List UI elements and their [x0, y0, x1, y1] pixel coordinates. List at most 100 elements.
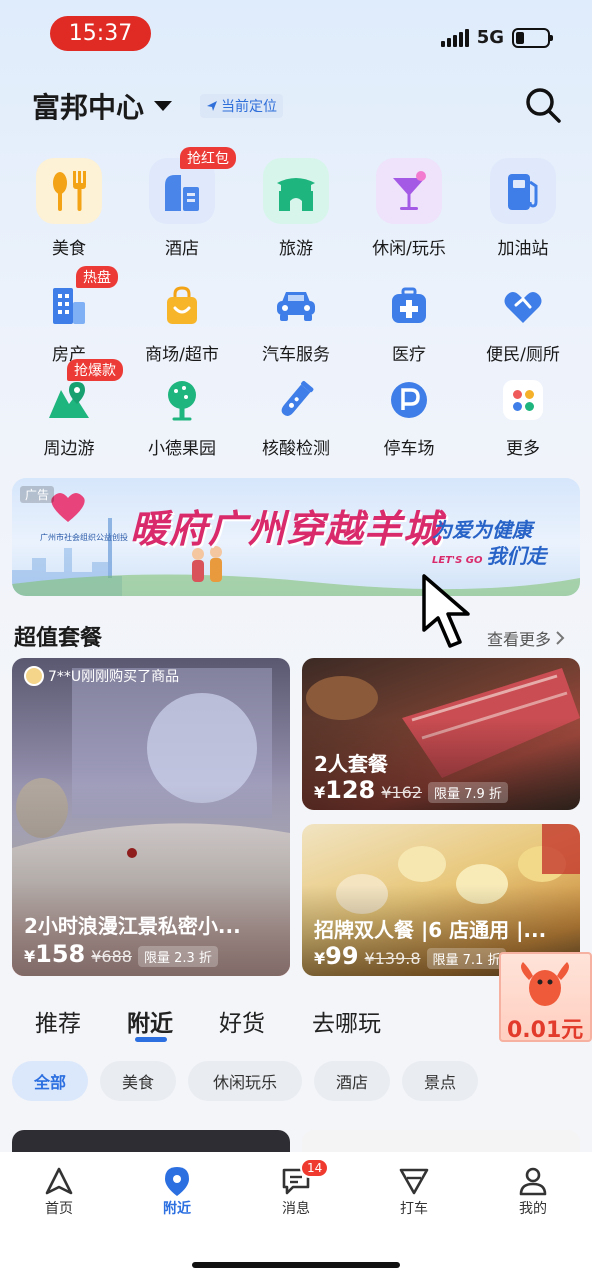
cursor-arrow-icon [422, 574, 470, 648]
deal-title: 招牌双人餐 |6 店通用 |... [314, 918, 547, 942]
network-type: 5G [476, 27, 504, 48]
see-more-label: 查看更多 [487, 630, 552, 649]
search-icon[interactable] [524, 86, 562, 124]
category-nearby-travel[interactable]: 周边游 [14, 370, 124, 459]
category-label: 汽车服务 [262, 345, 330, 365]
deal-title: 2小时浪漫江景私密小... [24, 914, 241, 938]
category-medical[interactable]: 医疗 [354, 276, 464, 365]
filter-scenic[interactable]: 景点 [402, 1061, 478, 1101]
promo-text: 0.01元 [507, 1018, 584, 1043]
deal-title: 2人套餐 [314, 752, 388, 776]
nav-nearby[interactable]: 附近 [137, 1164, 217, 1218]
tree-icon [152, 370, 212, 430]
price-value: 128 [325, 776, 376, 804]
location-pin-icon [165, 1167, 189, 1196]
section-title: 超值套餐 [14, 626, 103, 651]
chevron-right-icon [556, 631, 565, 645]
original-price: ¥688 [91, 947, 132, 966]
category-nucleic-test[interactable]: 核酸检测 [241, 370, 351, 459]
filter-food[interactable]: 美食 [100, 1061, 176, 1101]
category-travel[interactable]: 旅游 [241, 158, 351, 259]
nav-messages[interactable]: 消息 14 [256, 1158, 336, 1218]
food-icon [36, 158, 102, 224]
parking-icon [379, 370, 439, 430]
category-gas-station[interactable]: 加油站 [468, 158, 578, 259]
discount-badge: 限量 7.9 折 [427, 782, 508, 803]
cocktail-icon [376, 158, 442, 224]
category-label: 旅游 [279, 239, 313, 259]
price-currency: ¥ [314, 783, 326, 802]
deal-card[interactable]: 2人套餐 ¥ 128 ¥162 限量 7.9 折 [302, 658, 580, 810]
price-currency: ¥ [24, 947, 36, 966]
category-convenience[interactable]: 便民/厕所 [468, 276, 578, 365]
taxi-icon [399, 1168, 429, 1195]
original-price: ¥162 [381, 783, 422, 802]
filter-leisure[interactable]: 休闲玩乐 [188, 1061, 302, 1101]
category-car-service[interactable]: 汽车服务 [241, 276, 351, 365]
tab-good-goods[interactable]: 好货 [219, 1004, 265, 1038]
nav-home[interactable]: 首页 [19, 1164, 99, 1218]
travel-icon [263, 158, 329, 224]
category-parking[interactable]: 停车场 [354, 370, 464, 459]
category-label: 小德果园 [148, 439, 216, 459]
category-label: 加油站 [497, 239, 549, 259]
handshake-icon [493, 276, 553, 336]
deal-price: ¥ 99 ¥139.8 限量 7.1 折 [314, 942, 507, 970]
location-selector[interactable]: 富邦中心 [32, 86, 173, 126]
nav-label: 打车 [400, 1201, 428, 1217]
shopping-bag-icon [152, 276, 212, 336]
filter-hotel[interactable]: 酒店 [314, 1061, 390, 1101]
filter-all[interactable]: 全部 [12, 1061, 88, 1101]
ad-banner[interactable]: 广告 广州市社会组织公益创投 暖府广州穿越羊城 为爱为健康 LET'S GO 我们… [12, 478, 580, 596]
original-price: ¥139.8 [364, 949, 421, 968]
banner-slogan-2: LET'S GO 我们走 [432, 540, 546, 569]
category-food[interactable]: 美食 [14, 158, 124, 259]
banner-slogan-cn: 我们走 [486, 544, 547, 568]
tab-recommend[interactable]: 推荐 [35, 1004, 81, 1038]
hotel-badge: 抢红包 [180, 147, 236, 169]
navigation-arrow-icon [207, 101, 217, 111]
avatar [24, 666, 44, 686]
home-icon [45, 1167, 73, 1195]
tab-nearby[interactable]: 附近 [127, 1004, 173, 1038]
category-label: 更多 [506, 439, 540, 459]
price-value: 99 [325, 942, 359, 970]
floating-promo[interactable]: 0.01元 [499, 952, 592, 1043]
message-count-badge: 14 [300, 1158, 330, 1178]
active-tab-indicator [135, 1037, 167, 1042]
location-name: 富邦中心 [32, 91, 145, 124]
category-label: 便民/厕所 [486, 345, 560, 365]
deal-card[interactable]: 7**U刚刚购买了商品 2小时浪漫江景私密小... ¥ 158 ¥688 限量 … [12, 658, 290, 976]
car-icon [266, 276, 326, 336]
category-mall[interactable]: 商场/超市 [127, 276, 237, 365]
signal-icon [440, 28, 469, 47]
banner-org: 广州市社会组织公益创投 [40, 533, 128, 542]
nav-label: 附近 [163, 1201, 191, 1217]
battery-icon [512, 27, 553, 48]
real-estate-badge: 热盘 [76, 266, 118, 288]
category-orchard[interactable]: 小德果园 [127, 370, 237, 459]
category-real-estate[interactable]: 房产 [14, 276, 124, 365]
bottom-navigation: 首页 附近 消息 14 打车 我的 [0, 1152, 592, 1280]
category-label: 美食 [52, 239, 86, 259]
category-more[interactable]: 更多 [468, 370, 578, 459]
category-hotel[interactable]: 酒店 [127, 158, 237, 259]
nav-taxi[interactable]: 打车 [374, 1164, 454, 1218]
recent-buyer-tag: 7**U刚刚购买了商品 [24, 666, 179, 686]
deal-price: ¥ 158 ¥688 限量 2.3 折 [24, 940, 218, 968]
category-label: 酒店 [165, 239, 199, 259]
banner-slogan-en: LET'S GO [432, 555, 483, 566]
home-indicator [192, 1262, 400, 1268]
nav-profile[interactable]: 我的 [493, 1164, 573, 1218]
medical-icon [379, 276, 439, 336]
banner-title: 暖府广州穿越羊城 [130, 507, 443, 551]
see-more-link[interactable]: 查看更多 [487, 626, 565, 650]
nav-label: 首页 [45, 1201, 73, 1217]
caret-down-icon [154, 101, 173, 111]
nearby-travel-badge: 抢爆款 [67, 359, 123, 381]
current-location-button[interactable]: 当前定位 [200, 94, 283, 118]
category-label: 休闲/玩乐 [372, 239, 446, 259]
category-leisure[interactable]: 休闲/玩乐 [354, 158, 464, 259]
tab-where-to-go[interactable]: 去哪玩 [312, 1004, 381, 1038]
gas-station-icon [490, 158, 556, 224]
